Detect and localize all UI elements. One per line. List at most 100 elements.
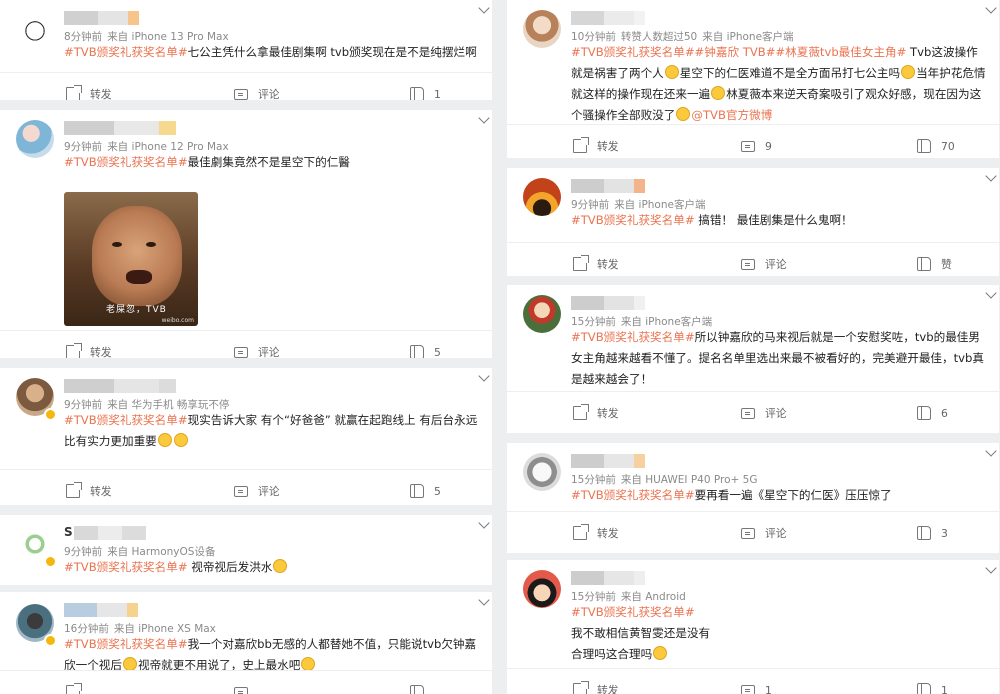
share-button[interactable]: 转发 <box>573 254 619 274</box>
share-button[interactable]: 转发 <box>66 84 112 100</box>
share-button[interactable] <box>66 682 90 694</box>
avatar[interactable] <box>523 178 561 216</box>
like-button[interactable]: 6 <box>917 403 948 423</box>
hashtag-link[interactable]: #TVB颁奖礼获奖名单# <box>571 605 695 619</box>
like-button[interactable]: 5 <box>410 342 441 358</box>
hashtag-link[interactable]: #TVB颁奖礼获奖名单# <box>64 155 188 169</box>
share-icon <box>66 343 82 358</box>
like-icon <box>917 526 931 540</box>
share-button[interactable]: 转发 <box>66 342 112 358</box>
hashtag-link[interactable]: #TVB颁奖礼获奖名单# <box>571 213 695 227</box>
comment-button[interactable]: 评论 <box>234 481 280 501</box>
hashtag-link[interactable]: #TVB颁奖礼获奖名单# <box>64 560 188 574</box>
comment-icon <box>234 346 248 358</box>
share-button[interactable]: 转发 <box>573 136 619 156</box>
divider <box>507 511 999 512</box>
share-button[interactable]: 转发 <box>573 403 619 423</box>
chevron-down-icon[interactable] <box>985 287 997 299</box>
emoji-cry-icon <box>173 433 188 447</box>
chevron-down-icon[interactable] <box>985 562 997 574</box>
mention-link[interactable]: @TVB官方微博 <box>691 108 772 122</box>
username[interactable] <box>571 11 645 25</box>
username[interactable] <box>571 296 645 310</box>
emoji-cry-icon <box>157 433 172 447</box>
share-button[interactable]: 转发 <box>573 523 619 543</box>
divider <box>0 469 492 470</box>
username[interactable] <box>571 571 645 585</box>
post-text: #TVB颁奖礼获奖名单# 视帝视后发洪水 <box>64 557 482 578</box>
comment-button[interactable]: 评论 <box>234 84 280 100</box>
share-label: 转发 <box>597 258 619 271</box>
like-icon <box>917 683 931 694</box>
username[interactable] <box>571 454 645 468</box>
like-button[interactable]: 1 <box>410 84 441 100</box>
comment-button[interactable]: 评论 <box>234 342 280 358</box>
verified-badge-icon <box>44 555 57 568</box>
like-icon <box>410 484 424 498</box>
like-label: 5 <box>434 345 441 359</box>
post-text-segment: 视帝视后发洪水 <box>187 560 273 574</box>
share-button[interactable]: 转发 <box>66 481 112 501</box>
comment-button[interactable]: 评论 <box>741 254 787 274</box>
chevron-down-icon[interactable] <box>478 370 490 382</box>
share-icon <box>66 85 82 100</box>
comment-button[interactable] <box>234 682 258 694</box>
username[interactable] <box>64 379 176 393</box>
chevron-down-icon[interactable] <box>478 112 490 124</box>
chevron-down-icon[interactable] <box>478 517 490 529</box>
avatar[interactable] <box>523 10 561 48</box>
share-icon <box>573 404 589 420</box>
chevron-down-icon[interactable] <box>985 170 997 182</box>
like-button[interactable]: 70 <box>917 136 955 156</box>
avatar[interactable] <box>523 570 561 608</box>
share-icon <box>573 255 589 271</box>
post-card: 15分钟前 来自 Android #TVB颁奖礼获奖名单# 我不敢相信黄智雯还是没有合… <box>507 560 999 694</box>
username[interactable] <box>571 179 645 193</box>
comment-icon <box>741 527 755 539</box>
hashtag-link[interactable]: #TVB颁奖礼获奖名单# <box>64 413 188 427</box>
comment-label: 评论 <box>258 346 280 358</box>
avatar[interactable] <box>523 453 561 491</box>
like-icon <box>410 87 424 100</box>
avatar[interactable] <box>16 10 54 48</box>
post-text-segment: 搞错！ 最佳剧集是什么鬼啊！ <box>694 213 853 227</box>
like-button[interactable]: 3 <box>917 523 948 543</box>
action-bar <box>0 682 492 694</box>
chevron-down-icon[interactable] <box>478 2 490 14</box>
like-button[interactable]: 1 <box>917 680 948 694</box>
comment-button[interactable]: 评论 <box>741 403 787 423</box>
username[interactable] <box>64 11 139 25</box>
hashtag-link[interactable]: #TVB颁奖礼获奖名单# <box>64 45 188 59</box>
hashtag-link[interactable]: #TVB颁奖礼获奖名单##钟嘉欣 TVB##林夏薇tvb最佳女主角# <box>571 45 906 59</box>
hashtag-link[interactable]: #TVB颁奖礼获奖名单# <box>571 330 695 344</box>
username[interactable] <box>64 603 138 617</box>
chevron-down-icon[interactable] <box>985 2 997 14</box>
comment-button[interactable]: 9 <box>741 136 772 156</box>
hashtag-link[interactable]: #TVB颁奖礼获奖名单# <box>64 637 188 651</box>
username[interactable] <box>64 121 176 135</box>
share-button[interactable]: 转发 <box>573 680 619 694</box>
avatar[interactable] <box>16 120 54 158</box>
like-button[interactable]: 赞 <box>917 254 952 274</box>
comment-button[interactable]: 1 <box>741 680 772 694</box>
like-label: 1 <box>941 683 948 694</box>
post-image[interactable]: 老屎忽，TVB weibo.com <box>64 192 198 326</box>
feed-column-left: 8分钟前 来自 iPhone 13 Pro Max #TVB颁奖礼获奖名单#七公主凭… <box>0 0 492 694</box>
comment-icon <box>741 684 755 694</box>
feed-column-right: 10分钟前 转赞人数超过50 来自 iPhone客户端 #TVB颁奖礼获奖名单##钟嘉… <box>507 0 999 694</box>
chevron-down-icon[interactable] <box>478 594 490 606</box>
username[interactable]: S <box>64 525 146 540</box>
chevron-down-icon[interactable] <box>985 445 997 457</box>
like-button[interactable]: 5 <box>410 481 441 501</box>
post-text: #TVB颁奖礼获奖名单#所以钟嘉欣的马来视后就是一个安慰奖咗，tvb的最佳男女主… <box>571 327 989 390</box>
post-text-segment: 星空下的仁医难道不是全方面吊打七公主吗 <box>679 66 901 80</box>
comment-label: 9 <box>765 139 772 153</box>
divider <box>0 330 492 331</box>
like-label: 6 <box>941 406 948 420</box>
share-label: 转发 <box>597 407 619 420</box>
avatar[interactable] <box>523 295 561 333</box>
like-button[interactable] <box>410 682 434 694</box>
hashtag-link[interactable]: #TVB颁奖礼获奖名单# <box>571 488 695 502</box>
comment-button[interactable]: 评论 <box>741 523 787 543</box>
like-label: 1 <box>434 87 441 101</box>
